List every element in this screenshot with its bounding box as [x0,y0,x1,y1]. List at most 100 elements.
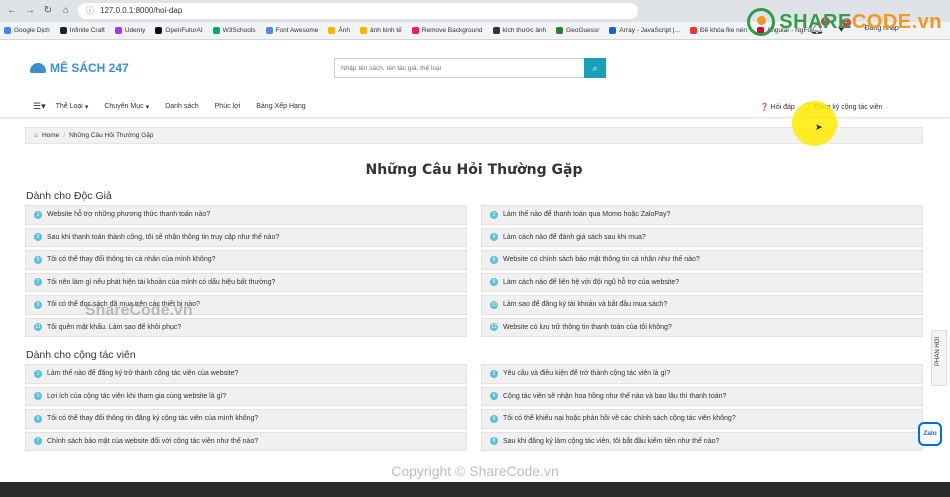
zalo-chat-button[interactable]: Zalo [918,422,942,446]
question-icon: ❓ [760,104,769,111]
faq-item[interactable]: 3 Sau khi thanh toán thành công, tôi sẽ n… [25,227,467,247]
search-button[interactable]: ⌕ [584,58,606,78]
faq-question: Sau khi đăng ký làm cộng tác viên, tôi b… [503,437,720,445]
back-icon[interactable]: ← [6,5,18,17]
home-icon[interactable]: ⌂ [60,5,72,17]
faq-number: 12 [490,323,498,332]
faq-number: 3 [34,233,42,242]
nav-item-chuyen-muc[interactable]: Chuyên Mục ▾ [104,103,149,111]
bookmark-item[interactable]: kích thước ảnh [492,27,546,34]
faq-item[interactable]: 1 Làm thế nào để đăng ký trở thành cộng t… [25,364,467,384]
faq-item[interactable]: 11 Tôi quên mật khẩu. Làm sao để khôi phụ… [25,317,467,337]
faq-number: 2 [490,369,498,378]
url-text: 127.0.0.1:8000/hoi-dap [100,6,183,15]
faq-item[interactable]: 7 Tôi nên làm gì nếu phát hiện tài khoản … [25,272,467,292]
faq-question: Lợi ích của cộng tác viên khi tham gia c… [47,392,227,400]
site-footer [0,482,950,497]
menu-icon[interactable]: ☰▾ [33,101,46,112]
mouse-cursor-icon: ➤ [815,122,823,132]
bookmark-item[interactable]: Font Awesome [265,27,318,34]
bookmark-item[interactable]: OpenFuturAI [155,27,203,34]
faq-number: 5 [34,414,42,423]
faq-item[interactable]: 7 Chính sách bảo mật của website đối với … [25,431,467,451]
faq-item[interactable]: 4 Cộng tác viên sẽ nhận hoa hồng như thế … [481,386,923,406]
faq-number: 5 [34,255,42,264]
reload-icon[interactable]: ↻ [42,5,54,17]
faq-item[interactable]: 4 Làm cách nào để đánh giá sách sau khi m… [481,227,923,247]
sharecode-logo-icon [747,8,776,36]
faq-number: 4 [490,233,498,242]
search-icon: ⌕ [592,62,598,73]
info-icon: ⓘ [86,6,94,15]
copyright-watermark: Copyright © ShareCode.vn [391,463,559,479]
site-logo[interactable]: MÊ SÁCH 247 [30,61,330,75]
faq-question: Tôi có thể khiếu nại hoặc phản hồi về cá… [503,415,736,423]
faq-number: 9 [34,300,42,309]
bookmark-item[interactable]: Remove Background [411,27,483,34]
faq-item[interactable]: 5 Tôi có thể thay đổi thông tin đăng ký c… [25,409,467,429]
nav-item-danh-sach[interactable]: Danh sách [165,103,198,110]
nav-item-bang-xep-hang[interactable]: Bảng Xếp Hạng [256,103,305,110]
feedback-tab[interactable]: PHẢN HỒI [931,330,947,386]
faq-number: 8 [490,437,498,446]
faq-question: Làm thế nào để đăng ký trở thành cộng tá… [47,370,239,378]
forward-icon[interactable]: → [24,5,36,17]
faq-question: Yêu cầu và điều kiện để trở thành cộng t… [503,370,671,378]
book-icon [30,63,46,73]
bookmark-item[interactable]: Array - JavaScript |... [609,27,680,34]
nav-faq-link[interactable]: ❓ Hỏi đáp [760,103,795,111]
bookmark-item[interactable]: Infinite Craft [59,27,105,34]
faq-number: 7 [34,437,42,446]
bookmark-item[interactable]: W3Schools [212,27,256,34]
site-header: MÊ SÁCH 247 ⌕ [0,40,950,96]
faq-item[interactable]: 3 Lợi ích của cộng tác viên khi tham gia … [25,386,467,406]
bookmark-item[interactable]: Udemy [114,27,145,34]
faq-question: Tôi quên mật khẩu. Làm sao để khôi phục? [47,323,182,331]
nav-item-the-loai[interactable]: Thể Loại ▾ [56,103,89,111]
address-bar[interactable]: ⓘ 127.0.0.1:8000/hoi-dap [78,3,638,19]
faq-number: 7 [34,278,42,287]
faq-question: Sau khi thanh toán thành công, tôi sẽ nh… [47,233,280,241]
bookmark-item[interactable]: ảnh kinh tế [359,27,402,34]
faq-item[interactable]: 2 Làm thế nào để thanh toán qua Momo hoặc… [481,205,923,225]
faq-item[interactable]: 10 Làm sao để đăng ký tài khoản và bắt đầ… [481,295,923,315]
faq-item[interactable]: 6 Website có chính sách bảo mật thông tin… [481,250,923,270]
breadcrumb-current: Những Câu Hỏi Thường Gặp [69,132,154,139]
faq-number: 8 [490,278,498,287]
faq-item[interactable]: 12 Website có lưu trữ thông tin thanh toá… [481,317,923,337]
page-title: Những Câu Hỏi Thường Gặp [365,162,583,178]
faq-question: Tôi nên làm gì nếu phát hiện tài khoản c… [47,278,276,286]
nav-item-phuc-loi[interactable]: Phúc lợi [215,103,241,110]
section-title-readers: Dành cho Độc Giả [26,190,112,202]
search-input[interactable] [334,58,584,78]
faq-question: Cộng tác viên sẽ nhận hoa hồng như thế n… [503,392,727,400]
bookmark-item[interactable]: Đề khóa file nén [690,27,747,34]
faq-question: Website có chính sách bảo mật thông tin … [503,256,700,264]
faq-item[interactable]: 8 Làm cách nào để liên hệ với đội ngũ hỗ … [481,272,923,292]
main-content: ⌂ Home / Những Câu Hỏi Thường Gặp Những … [25,127,923,457]
faq-question: Làm thế nào để thanh toán qua Momo hoặc … [503,211,671,219]
bookmark-item[interactable]: GeoGuessr [556,27,599,34]
section-title-collaborators: Dành cho cộng tác viên [26,349,136,361]
watermark-text: ShareCode.vn [85,302,193,319]
faq-number: 6 [490,255,498,264]
faq-number: 11 [34,323,42,332]
faq-item[interactable]: 8 Sau khi đăng ký làm cộng tác viên, tôi … [481,431,923,451]
bookmark-item[interactable]: Google Dịch [4,27,50,34]
faq-number: 4 [490,392,498,401]
faq-number: 6 [490,414,498,423]
breadcrumb-home[interactable]: Home [42,132,59,139]
faq-item[interactable]: 1 Website hỗ trợ những phương thức thanh … [25,205,467,225]
faq-number: 1 [34,369,42,378]
bookmark-item[interactable]: Ảnh [328,27,350,34]
faq-question: Làm sao để đăng ký tài khoản và bắt đầu … [503,301,668,309]
faq-number: 1 [34,210,42,219]
faq-item[interactable]: 6 Tôi có thể khiếu nại hoặc phản hồi về c… [481,409,923,429]
faq-number: 10 [490,300,498,309]
faq-question: Làm cách nào để đánh giá sách sau khi mu… [503,233,646,241]
caret-down-icon: ▾ [145,103,150,111]
faq-number: 2 [490,210,498,219]
faq-item[interactable]: 5 Tôi có thể thay đổi thông tin cá nhân c… [25,250,467,270]
faq-grid-collaborators: 1 Làm thế nào để đăng ký trở thành cộng t… [25,364,923,451]
faq-item[interactable]: 2 Yêu cầu và điều kiện để trở thành cộng … [481,364,923,384]
